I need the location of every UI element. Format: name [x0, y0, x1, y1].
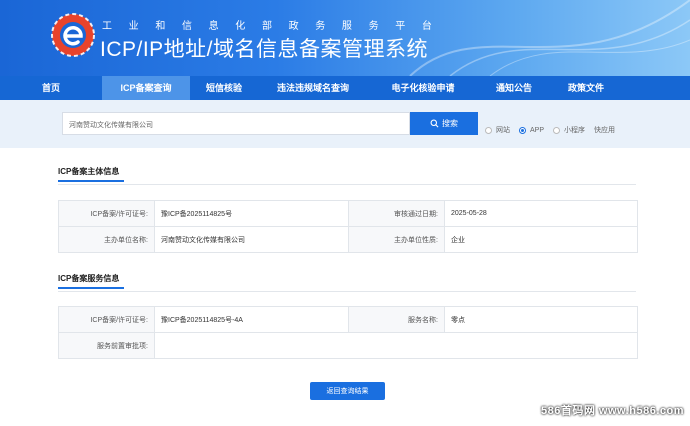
- label-approval-date: 审核通过日期:: [348, 200, 445, 227]
- watermark: 586首码网 www.h586.com: [541, 405, 684, 417]
- back-to-results-button[interactable]: 返回查询结果: [310, 382, 385, 400]
- value-pre-approval: [154, 332, 638, 359]
- search-icon: [430, 119, 439, 128]
- nav-item-sms-verify[interactable]: 短信核验: [190, 76, 258, 100]
- label-service-name: 服务名称:: [348, 306, 445, 333]
- radio-app[interactable]: APP: [519, 126, 544, 134]
- radio-website[interactable]: 网站: [485, 125, 510, 135]
- header-banner: 工业 和信 息化 部政 务服 务平 台 ICP/IP地址/域名信息备案管理系统: [0, 0, 690, 76]
- subject-section-title: ICP备案主体信息: [58, 167, 125, 182]
- search-type-options: 网站 APP 小程序 快应用: [485, 125, 624, 135]
- search-band: 河南赞动文化传媒有限公司 搜索: [0, 100, 690, 148]
- radio-quick-app[interactable]: 快应用: [594, 125, 615, 135]
- label-service-license-no: ICP备案/许可证号:: [58, 306, 155, 333]
- value-service-name: 零点: [444, 306, 638, 333]
- value-sponsor-name: 河南赞动文化传媒有限公司: [154, 226, 349, 253]
- main-nav: 首页 ICP备案查询 短信核验 违法违规域名查询 电子化核验申请 通知公告 政策…: [0, 76, 690, 100]
- table-row: ICP备案/许可证号: 豫ICP备2025114825号-4A 服务名称: 零点: [58, 306, 638, 333]
- section-divider: [58, 184, 636, 185]
- nav-item-notices[interactable]: 通知公告: [478, 76, 550, 100]
- header-decoration: [409, 0, 690, 76]
- nav-item-policies[interactable]: 政策文件: [550, 76, 622, 100]
- radio-dot-selected: [519, 126, 526, 134]
- miit-logo-icon: [51, 13, 95, 57]
- nav-item-illegal-domain[interactable]: 违法违规域名查询: [258, 76, 368, 100]
- table-row: ICP备案/许可证号: 豫ICP备2025114825号 审核通过日期: 202…: [58, 200, 638, 227]
- section-divider: [58, 291, 636, 292]
- value-license-no: 豫ICP备2025114825号: [154, 200, 349, 227]
- label-license-no: ICP备案/许可证号:: [58, 200, 155, 227]
- radio-dot: [485, 126, 492, 134]
- search-input[interactable]: 河南赞动文化传媒有限公司: [62, 112, 410, 135]
- nav-item-e-verify[interactable]: 电子化核验申请: [368, 76, 478, 100]
- table-row: 主办单位名称: 河南赞动文化传媒有限公司 主办单位性质: 企业: [58, 226, 638, 253]
- page-title: ICP/IP地址/域名信息备案管理系统: [100, 38, 429, 61]
- subject-info-table: ICP备案/许可证号: 豫ICP备2025114825号 审核通过日期: 202…: [58, 200, 638, 253]
- search-button[interactable]: 搜索: [410, 112, 478, 135]
- value-service-license-no: 豫ICP备2025114825号-4A: [154, 306, 349, 333]
- label-sponsor-type: 主办单位性质:: [348, 226, 445, 253]
- nav-item-home[interactable]: 首页: [0, 76, 102, 100]
- table-row: 服务前置审批项:: [58, 332, 638, 359]
- label-pre-approval: 服务前置审批项:: [58, 332, 155, 359]
- service-info-table: ICP备案/许可证号: 豫ICP备2025114825号-4A 服务名称: 零点…: [58, 306, 638, 359]
- radio-dot: [553, 126, 561, 134]
- service-section-title: ICP备案服务信息: [58, 274, 125, 289]
- value-sponsor-type: 企业: [444, 226, 638, 253]
- value-approval-date: 2025-05-28: [444, 200, 638, 227]
- nav-item-icp-query[interactable]: ICP备案查询: [102, 76, 190, 100]
- header-subtitle: 工业 和信 息化 部政 务服 务平 台: [102, 21, 432, 32]
- label-sponsor-name: 主办单位名称:: [58, 226, 155, 253]
- radio-mini-program[interactable]: 小程序: [553, 125, 585, 135]
